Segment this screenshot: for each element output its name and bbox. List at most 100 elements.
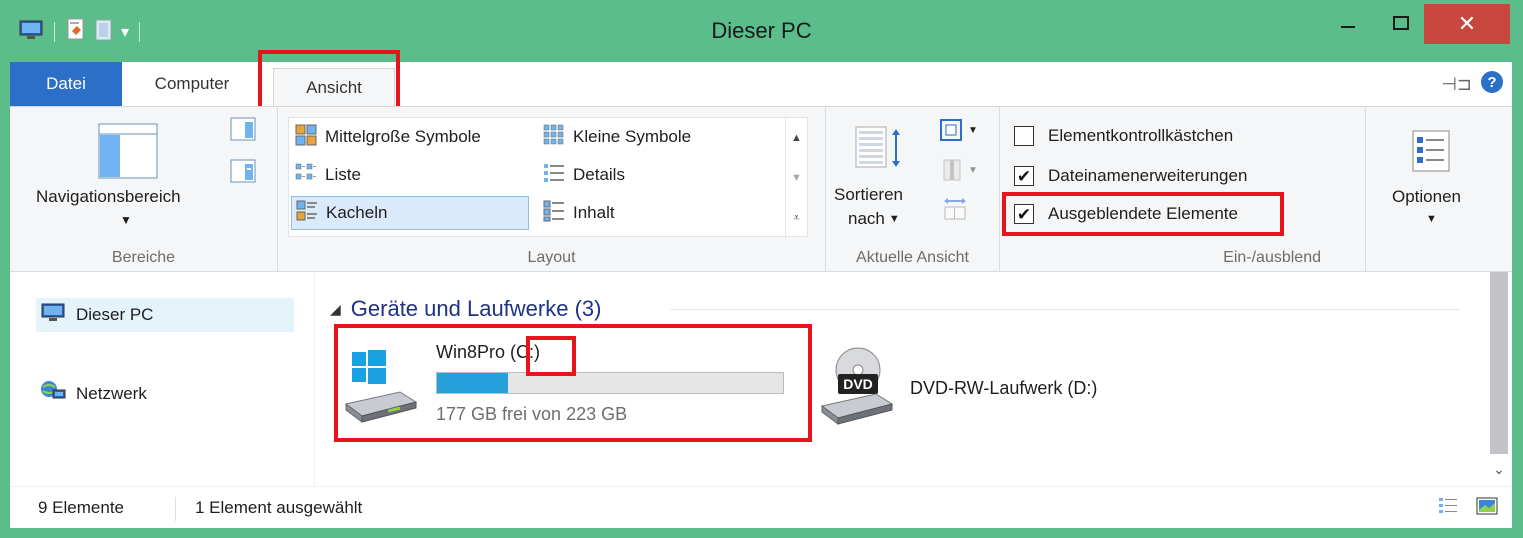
minimize-button[interactable] xyxy=(1324,14,1372,40)
group-label-ein-ausblenden: Ein-/ausblend xyxy=(1223,249,1321,266)
preview-pane-icon xyxy=(230,117,256,141)
maximize-icon xyxy=(1393,16,1409,30)
layout-inhalt[interactable]: Inhalt xyxy=(539,196,615,230)
group-optionen: Optionen ▼ xyxy=(1366,107,1496,273)
help-icon[interactable]: ? xyxy=(1480,70,1504,99)
preview-pane-button[interactable] xyxy=(230,117,256,146)
computer-icon xyxy=(40,303,66,328)
details-view-icon[interactable] xyxy=(1438,496,1458,521)
size-columns-icon xyxy=(944,198,966,220)
chevron-down-icon: ▼ xyxy=(1426,213,1437,225)
details-pane-button[interactable] xyxy=(230,159,256,188)
add-columns-icon xyxy=(943,159,961,181)
layout-liste[interactable]: Liste xyxy=(291,158,361,192)
group-label-bereiche: Bereiche xyxy=(111,249,176,266)
checkmark-icon: ✔ xyxy=(1016,166,1032,186)
details-pane-icon xyxy=(230,159,256,183)
content-icon xyxy=(543,200,565,227)
large-icons-view-icon[interactable] xyxy=(1476,496,1498,521)
options-icon xyxy=(1412,130,1450,172)
status-bar: 9 Elemente 1 Element ausgewählt xyxy=(10,486,1512,528)
sort-by-button[interactable]: Sortieren nach ▼ xyxy=(832,117,928,237)
ribbon-panel: Navigationsbereich ▼ Bereiche Layout Mit… xyxy=(10,106,1512,273)
pin-ribbon-icon[interactable]: ⊣⊐ xyxy=(1441,74,1472,95)
file-list: ◢ Geräte und Laufwerke (3) Win8Pro (C:) xyxy=(316,272,1486,486)
nav-item-netzwerk[interactable]: Netzwerk xyxy=(40,380,147,407)
layout-item-label: Details xyxy=(573,165,625,184)
sort-by-label-1: Sortieren xyxy=(834,185,903,204)
vertical-scrollbar[interactable]: ⌄ xyxy=(1486,272,1512,486)
details-icon xyxy=(543,162,565,189)
drive-name: DVD-RW-Laufwerk (D:) xyxy=(910,378,1098,398)
navigation-pane-label: Navigationsbereich xyxy=(36,187,181,206)
drive-tile-d[interactable]: DVD DVD-RW-Laufwerk (D:) xyxy=(812,338,1232,434)
sort-by-label-2-row: nach ▼ xyxy=(848,209,900,229)
layout-kleine-symbole[interactable]: Kleine Symbole xyxy=(539,120,691,154)
group-by-icon xyxy=(940,119,962,141)
tab-datei[interactable]: Datei xyxy=(10,62,122,106)
nav-item-dieser-pc[interactable]: Dieser PC xyxy=(36,298,294,332)
add-columns-button[interactable]: ▼ xyxy=(938,157,978,183)
status-item-count: 9 Elemente xyxy=(38,498,124,517)
svg-text:?: ? xyxy=(1487,74,1496,91)
checkmark-icon: ✔ xyxy=(1016,204,1032,224)
options-label: Optionen xyxy=(1392,187,1461,206)
tab-ansicht[interactable]: Ansicht xyxy=(273,68,395,106)
window-title: Dieser PC xyxy=(711,18,812,43)
checkbox-label: Ausgeblendete Elemente xyxy=(1048,204,1238,223)
layout-details[interactable]: Details xyxy=(539,158,625,192)
gallery-more-icon[interactable]: ⩡ xyxy=(786,198,807,238)
checkbox-dateinamenerweiterungen[interactable]: ✔ Dateinamenerweiterungen xyxy=(1014,159,1247,193)
chevron-down-icon: ▼ xyxy=(968,124,978,136)
windows-drive-icon xyxy=(342,348,418,433)
status-divider xyxy=(175,497,176,521)
collapse-triangle-icon[interactable]: ◢ xyxy=(330,301,341,318)
layout-kacheln[interactable]: Kacheln xyxy=(291,196,529,230)
checkbox-box[interactable] xyxy=(1014,126,1034,146)
layout-gallery-scroll: ▲ ▼ ⩡ xyxy=(785,118,807,238)
list-icon xyxy=(295,162,317,189)
chevron-down-icon: ▼ xyxy=(888,213,900,225)
small-icons-icon xyxy=(543,124,565,151)
close-icon: ✕ xyxy=(1457,11,1477,36)
navigation-pane-icon xyxy=(98,123,158,179)
nav-item-label: Dieser PC xyxy=(76,305,154,324)
maximize-button[interactable] xyxy=(1378,0,1424,46)
checkbox-elementkontrollkaestchen[interactable]: Elementkontrollkästchen xyxy=(1014,119,1233,153)
size-columns-button[interactable] xyxy=(942,195,968,226)
group-header-devices[interactable]: ◢ Geräte und Laufwerke (3) xyxy=(330,296,601,322)
scroll-down-icon[interactable]: ⌄ xyxy=(1490,458,1508,480)
drive-letter: (C:) xyxy=(510,342,541,362)
layout-item-label: Mittelgroße Symbole xyxy=(325,127,481,146)
chevron-down-icon: ▼ xyxy=(968,164,978,176)
drive-usage-fill xyxy=(437,373,509,393)
group-header-rule xyxy=(670,309,1460,310)
close-button[interactable]: ✕ xyxy=(1424,4,1510,44)
group-header-label: Geräte und Laufwerke (3) xyxy=(350,296,602,321)
scrollbar-thumb[interactable] xyxy=(1490,272,1508,454)
dvd-drive-icon: DVD xyxy=(818,344,894,433)
layout-item-label: Kleine Symbole xyxy=(573,127,692,146)
tab-computer[interactable]: Computer xyxy=(122,62,262,106)
checkbox-box-checked[interactable]: ✔ xyxy=(1014,204,1034,224)
status-selection: 1 Element ausgewählt xyxy=(195,498,363,517)
layout-mittelgrosse-symbole[interactable]: Mittelgroße Symbole xyxy=(291,120,481,154)
checkbox-ausgeblendete-elemente[interactable]: ✔ Ausgeblendete Elemente xyxy=(1014,197,1238,231)
checkbox-box-checked[interactable]: ✔ xyxy=(1014,166,1034,186)
drive-usage-bar xyxy=(436,372,784,394)
title-bar[interactable]: ▾ Dieser PC ✕ xyxy=(0,0,1523,62)
minimize-icon xyxy=(1341,26,1355,28)
medium-icons-icon xyxy=(295,124,317,151)
gallery-down-icon[interactable]: ▼ xyxy=(786,158,807,198)
group-by-button[interactable]: ▼ xyxy=(938,117,978,143)
checkbox-label: Dateinamenerweiterungen xyxy=(1048,166,1248,185)
drive-name-prefix: Win8Pro xyxy=(436,342,511,362)
drive-name: Win8Pro (C:) xyxy=(436,342,540,363)
status-view-switcher xyxy=(1438,496,1498,521)
dvd-badge: DVD xyxy=(843,376,873,392)
drive-tile-c[interactable]: Win8Pro (C:) 177 GB frei von 223 GB xyxy=(334,334,804,434)
drive-free-space: 177 GB frei von 223 GB xyxy=(436,404,628,424)
navigation-pane-button[interactable]: Navigationsbereich ▼ xyxy=(28,117,228,237)
options-button[interactable]: Optionen ▼ xyxy=(1376,117,1486,237)
gallery-up-icon[interactable]: ▲ xyxy=(786,118,807,158)
